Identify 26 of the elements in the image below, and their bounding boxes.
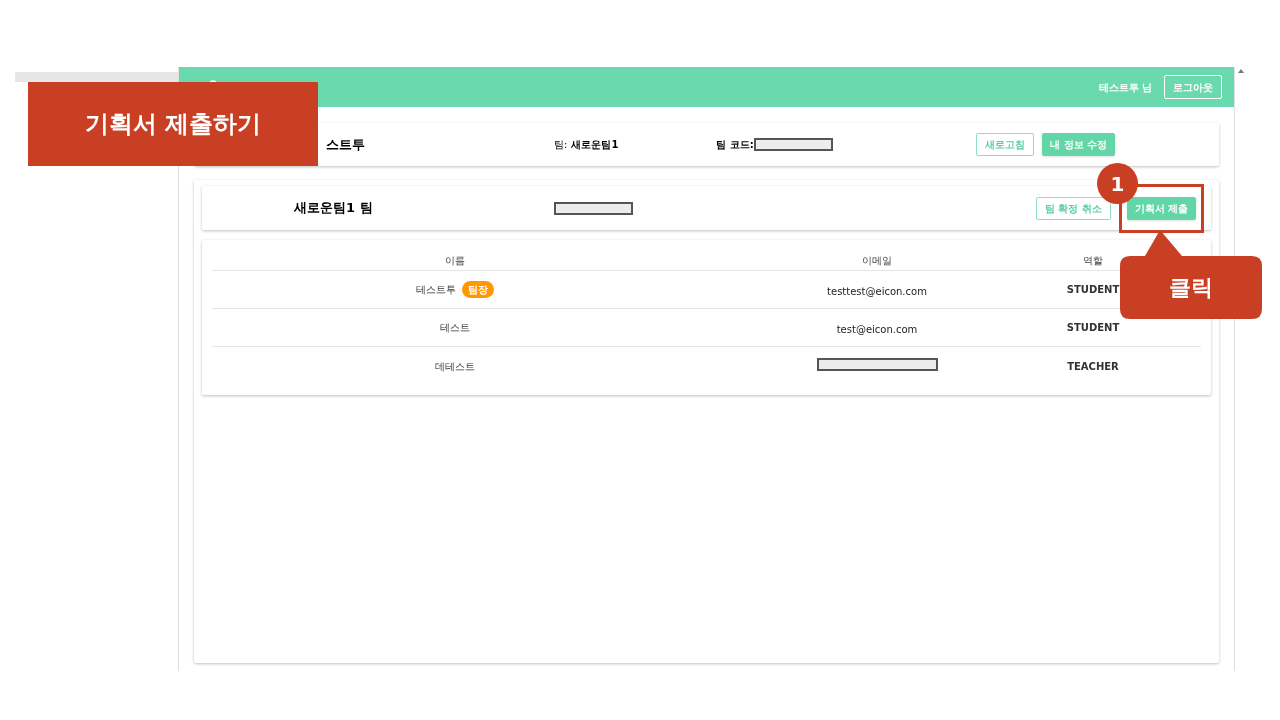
leader-badge: 팀장 <box>461 281 494 298</box>
member-role: STUDENT <box>1066 321 1120 335</box>
user-name: 테스트투 님 <box>1098 80 1152 95</box>
title-banner: 기획서 제출하기 <box>28 82 318 166</box>
member-name: 테스트 <box>439 321 470 335</box>
callout-bubble: 클릭 <box>1120 230 1262 319</box>
member-email: testtest@eicon.com <box>827 285 927 297</box>
scroll-up-icon[interactable] <box>1238 69 1244 73</box>
column-header: 이메일 <box>862 253 892 268</box>
button[interactable]: 기획서 제출 <box>1126 196 1196 220</box>
team-name: 새로운팀1 <box>571 138 620 152</box>
member-name: 테스트투 <box>415 283 456 297</box>
column-header: 역할 <box>1083 253 1103 268</box>
team-code-label: 팀 코드: <box>716 138 754 152</box>
button[interactable]: 팀 확정 취소 <box>1035 196 1111 220</box>
logout-button[interactable]: 로그아웃 <box>1164 75 1222 99</box>
team-title: 새로운팀1 팀 <box>294 199 374 218</box>
button[interactable]: 내 정보 수정 <box>1042 133 1115 156</box>
button[interactable]: 새로고침 <box>976 133 1035 156</box>
column-header: 이름 <box>444 253 465 268</box>
member-role: TEACHER <box>1067 359 1119 374</box>
member-role: STUDENT <box>1066 283 1120 297</box>
profile-name: 스트투 <box>326 135 366 154</box>
member-name: 데테스트 <box>434 359 475 374</box>
member-email: test@eicon.com <box>836 323 918 335</box>
team-label: 팀: <box>554 138 568 152</box>
